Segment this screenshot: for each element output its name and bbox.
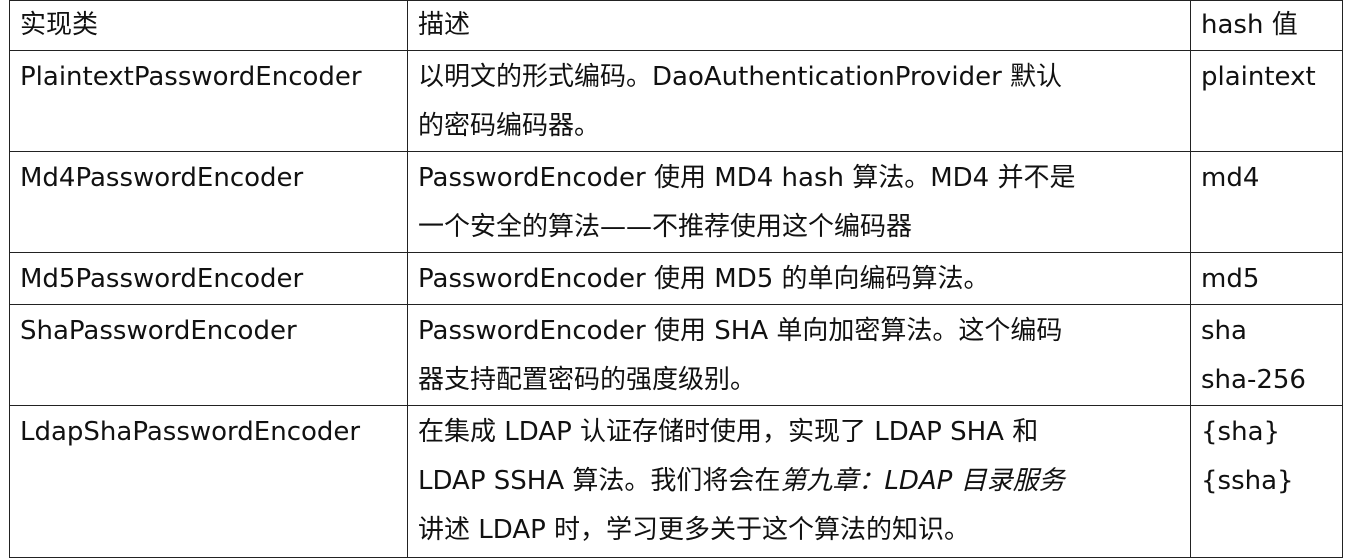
hash-cell: plaintext (1190, 50, 1343, 152)
hash-cell: sha sha-256 (1190, 304, 1343, 406)
desc-line: 以明文的形式编码。DaoAuthenticationProvider 默认 (418, 62, 1063, 92)
header-hash: hash 值 (1190, 0, 1343, 51)
hash-value: md4 (1201, 163, 1260, 193)
impl-cell: LdapShaPasswordEncoder (9, 405, 408, 558)
hash-value: plaintext (1201, 62, 1316, 92)
chapter-reference: 第九章：LDAP 目录服务 (780, 466, 1065, 496)
table-header-row: 实现类 描述 hash 值 (9, 0, 1343, 51)
hash-value: md5 (1201, 264, 1260, 294)
hash-cell: md4 (1190, 151, 1343, 253)
password-encoder-table: 实现类 描述 hash 值 PlaintextPasswordEncoder 以… (9, 0, 1343, 558)
hash-value: {ssha} (1201, 466, 1294, 496)
impl-cell: ShaPasswordEncoder (9, 304, 408, 406)
desc-cell: 在集成 LDAP 认证存储时使用，实现了 LDAP SHA 和 LDAP SSH… (407, 405, 1191, 558)
table-row: PlaintextPasswordEncoder 以明文的形式编码。DaoAut… (9, 50, 1343, 152)
table-row: ShaPasswordEncoder PasswordEncoder 使用 SH… (9, 304, 1343, 406)
desc-cell: PasswordEncoder 使用 SHA 单向加密算法。这个编码 器支持配置… (407, 304, 1191, 406)
desc-cell: PasswordEncoder 使用 MD4 hash 算法。MD4 并不是 一… (407, 151, 1191, 253)
desc-line: 在集成 LDAP 认证存储时使用，实现了 LDAP SHA 和 (418, 417, 1039, 447)
hash-value: sha (1201, 316, 1247, 346)
hash-cell: md5 (1190, 252, 1343, 305)
header-impl: 实现类 (9, 0, 408, 51)
desc-line: PasswordEncoder 使用 SHA 单向加密算法。这个编码 (418, 316, 1063, 346)
desc-text: LDAP SSHA 算法。我们将会在 (418, 466, 781, 496)
table-row: Md5PasswordEncoder PasswordEncoder 使用 MD… (9, 252, 1343, 305)
desc-line: 器支持配置密码的强度级别。 (418, 365, 757, 395)
header-desc: 描述 (407, 0, 1191, 51)
hash-value: {sha} (1201, 417, 1281, 447)
desc-line: 的密码编码器。 (418, 111, 601, 141)
hash-cell: {sha} {ssha} (1190, 405, 1343, 558)
desc-line: PasswordEncoder 使用 MD5 的单向编码算法。 (418, 264, 990, 294)
hash-value: sha-256 (1201, 365, 1306, 395)
desc-line: PasswordEncoder 使用 MD4 hash 算法。MD4 并不是 (418, 163, 1076, 193)
desc-line: LDAP SSHA 算法。我们将会在第九章：LDAP 目录服务 (418, 457, 1182, 506)
impl-cell: PlaintextPasswordEncoder (9, 50, 408, 152)
desc-line: 讲述 LDAP 时，学习更多关于这个算法的知识。 (418, 515, 971, 545)
table-row: Md4PasswordEncoder PasswordEncoder 使用 MD… (9, 151, 1343, 253)
encoder-table-container: 实现类 描述 hash 值 PlaintextPasswordEncoder 以… (9, 0, 1343, 558)
desc-line: 一个安全的算法——不推荐使用这个编码器 (418, 212, 913, 242)
impl-cell: Md4PasswordEncoder (9, 151, 408, 253)
desc-cell: PasswordEncoder 使用 MD5 的单向编码算法。 (407, 252, 1191, 305)
table-row: LdapShaPasswordEncoder 在集成 LDAP 认证存储时使用，… (9, 405, 1343, 558)
desc-cell: 以明文的形式编码。DaoAuthenticationProvider 默认 的密… (407, 50, 1191, 152)
impl-cell: Md5PasswordEncoder (9, 252, 408, 305)
